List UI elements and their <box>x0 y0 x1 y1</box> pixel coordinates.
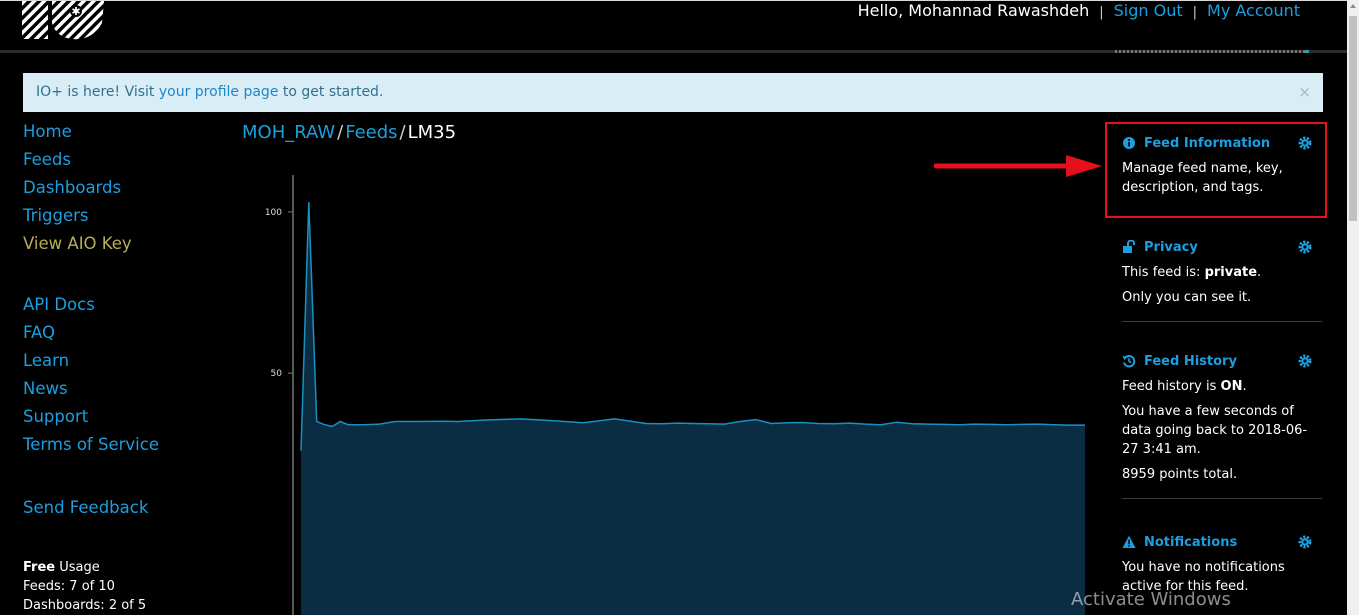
sidebar-item-api-docs[interactable]: API Docs <box>23 291 159 319</box>
notifications-title: Notifications <box>1144 534 1238 550</box>
feed-history-status-value: ON <box>1220 379 1243 394</box>
sign-out-link[interactable]: Sign Out <box>1114 1 1183 21</box>
sidebar-resources: API Docs FAQ Learn News Support Terms of… <box>23 291 159 459</box>
privacy-visibility: Only you can see it. <box>1122 290 1252 305</box>
sidebar-item-faq[interactable]: FAQ <box>23 319 159 347</box>
feed-history-range: You have a few seconds of data going bac… <box>1122 404 1308 457</box>
notifications-card: Notifications You have no notifications … <box>1122 532 1322 596</box>
alert-suffix: to get started. <box>278 84 384 100</box>
sidebar-item-feeds[interactable]: Feeds <box>23 146 223 174</box>
usage-plan-suffix: Usage <box>55 560 100 575</box>
usage-dashboards: Dashboards: 2 of 5 <box>23 598 147 613</box>
header-rule-dots <box>1115 50 1309 53</box>
sidebar-item-home[interactable]: Home <box>23 118 223 146</box>
gear-icon[interactable] <box>1298 535 1312 549</box>
usage-summary: Free Usage Feeds: 7 of 10 Dashboards: 2 … <box>23 558 146 615</box>
scroll-up-icon[interactable] <box>1350 4 1356 8</box>
send-feedback-link[interactable]: Send Feedback <box>23 494 148 522</box>
sidebar-item-view-aio-key[interactable]: View AIO Key <box>23 230 223 258</box>
svg-text:✱: ✱ <box>71 5 80 18</box>
nav-separator: | <box>1099 5 1104 20</box>
chart-ticks: 50 100 <box>265 208 293 379</box>
feed-history-status-prefix: Feed history is <box>1122 379 1221 394</box>
feed-history-card: Feed History Feed history is ON. You hav… <box>1122 351 1322 499</box>
privacy-status-suffix: . <box>1257 265 1262 280</box>
feed-history-status-suffix: . <box>1242 379 1247 394</box>
sidebar-item-terms[interactable]: Terms of Service <box>23 431 159 459</box>
scrollbar-thumb[interactable] <box>1349 16 1357 221</box>
history-icon <box>1122 355 1136 368</box>
privacy-card: Privacy This feed is: private. Only you … <box>1122 237 1322 322</box>
gear-icon[interactable] <box>1298 354 1312 368</box>
usage-feeds: Feeds: 7 of 10 <box>23 579 115 594</box>
header-rule-accent <box>1305 50 1309 53</box>
breadcrumb: MOH_RAW / Feeds / LM35 <box>242 121 456 145</box>
adafruit-io-logo[interactable]: ✱ <box>22 1 104 41</box>
privacy-header[interactable]: Privacy <box>1122 237 1322 257</box>
user-nav: Hello, Mohannad Rawashdeh | Sign Out | M… <box>858 1 1300 23</box>
sidebar-item-learn[interactable]: Learn <box>23 347 159 375</box>
gear-icon[interactable] <box>1298 240 1312 254</box>
page-scrollbar[interactable] <box>1347 0 1359 615</box>
close-icon[interactable]: × <box>1298 73 1311 112</box>
usage-plan: Free <box>23 560 56 575</box>
feed-history-status: Feed history is ON. <box>1122 377 1322 396</box>
alert-prefix: IO+ is here! Visit <box>36 84 159 100</box>
usage-plan-line: Free Usage <box>23 558 146 577</box>
unlock-icon <box>1123 240 1135 253</box>
privacy-title: Privacy <box>1144 239 1198 255</box>
privacy-status: This feed is: private. <box>1122 263 1322 282</box>
chart-area <box>301 202 1085 615</box>
feed-history-header[interactable]: Feed History <box>1122 351 1322 371</box>
breadcrumb-slash: / <box>337 122 344 143</box>
greeting-text: Hello, Mohannad Rawashdeh <box>857 1 1090 20</box>
feed-history-points: 8959 points total. <box>1122 467 1238 482</box>
chart-series-line <box>300 202 1085 451</box>
highlight-box-annotation <box>1105 122 1327 218</box>
privacy-status-prefix: This feed is: <box>1122 265 1205 280</box>
io-plus-alert: IO+ is here! Visit your profile page to … <box>23 73 1323 112</box>
panel-divider <box>1122 498 1322 499</box>
panel-divider <box>1122 321 1322 322</box>
red-arrow-annotation <box>934 155 1102 177</box>
nav-separator: | <box>1192 5 1198 20</box>
my-account-link[interactable]: My Account <box>1207 1 1300 21</box>
feed-chart[interactable]: 50 100 <box>240 170 1090 615</box>
privacy-status-value: private <box>1204 265 1258 280</box>
sidebar-feedback: Send Feedback <box>23 494 148 522</box>
breadcrumb-user[interactable]: MOH_RAW <box>242 122 335 143</box>
chart-tick-label: 100 <box>265 208 282 218</box>
chart-tick-label: 50 <box>271 369 283 379</box>
breadcrumb-slash: / <box>399 122 406 143</box>
sidebar-item-news[interactable]: News <box>23 375 159 403</box>
notifications-header[interactable]: Notifications <box>1122 532 1322 552</box>
breadcrumb-current: LM35 <box>407 122 457 143</box>
top-header: ✱ Hello, Mohannad Rawashdeh | Sign Out |… <box>0 0 1347 53</box>
sidebar-item-triggers[interactable]: Triggers <box>23 202 223 230</box>
warning-icon <box>1122 535 1136 548</box>
activate-windows-watermark: Activate Windows <box>1071 589 1231 610</box>
breadcrumb-feeds[interactable]: Feeds <box>345 122 397 143</box>
feed-history-title: Feed History <box>1144 353 1237 369</box>
sidebar: Home Feeds Dashboards Triggers View AIO … <box>23 118 223 517</box>
profile-page-link[interactable]: your profile page <box>159 84 279 100</box>
sidebar-item-support[interactable]: Support <box>23 403 159 431</box>
sidebar-item-dashboards[interactable]: Dashboards <box>23 174 223 202</box>
